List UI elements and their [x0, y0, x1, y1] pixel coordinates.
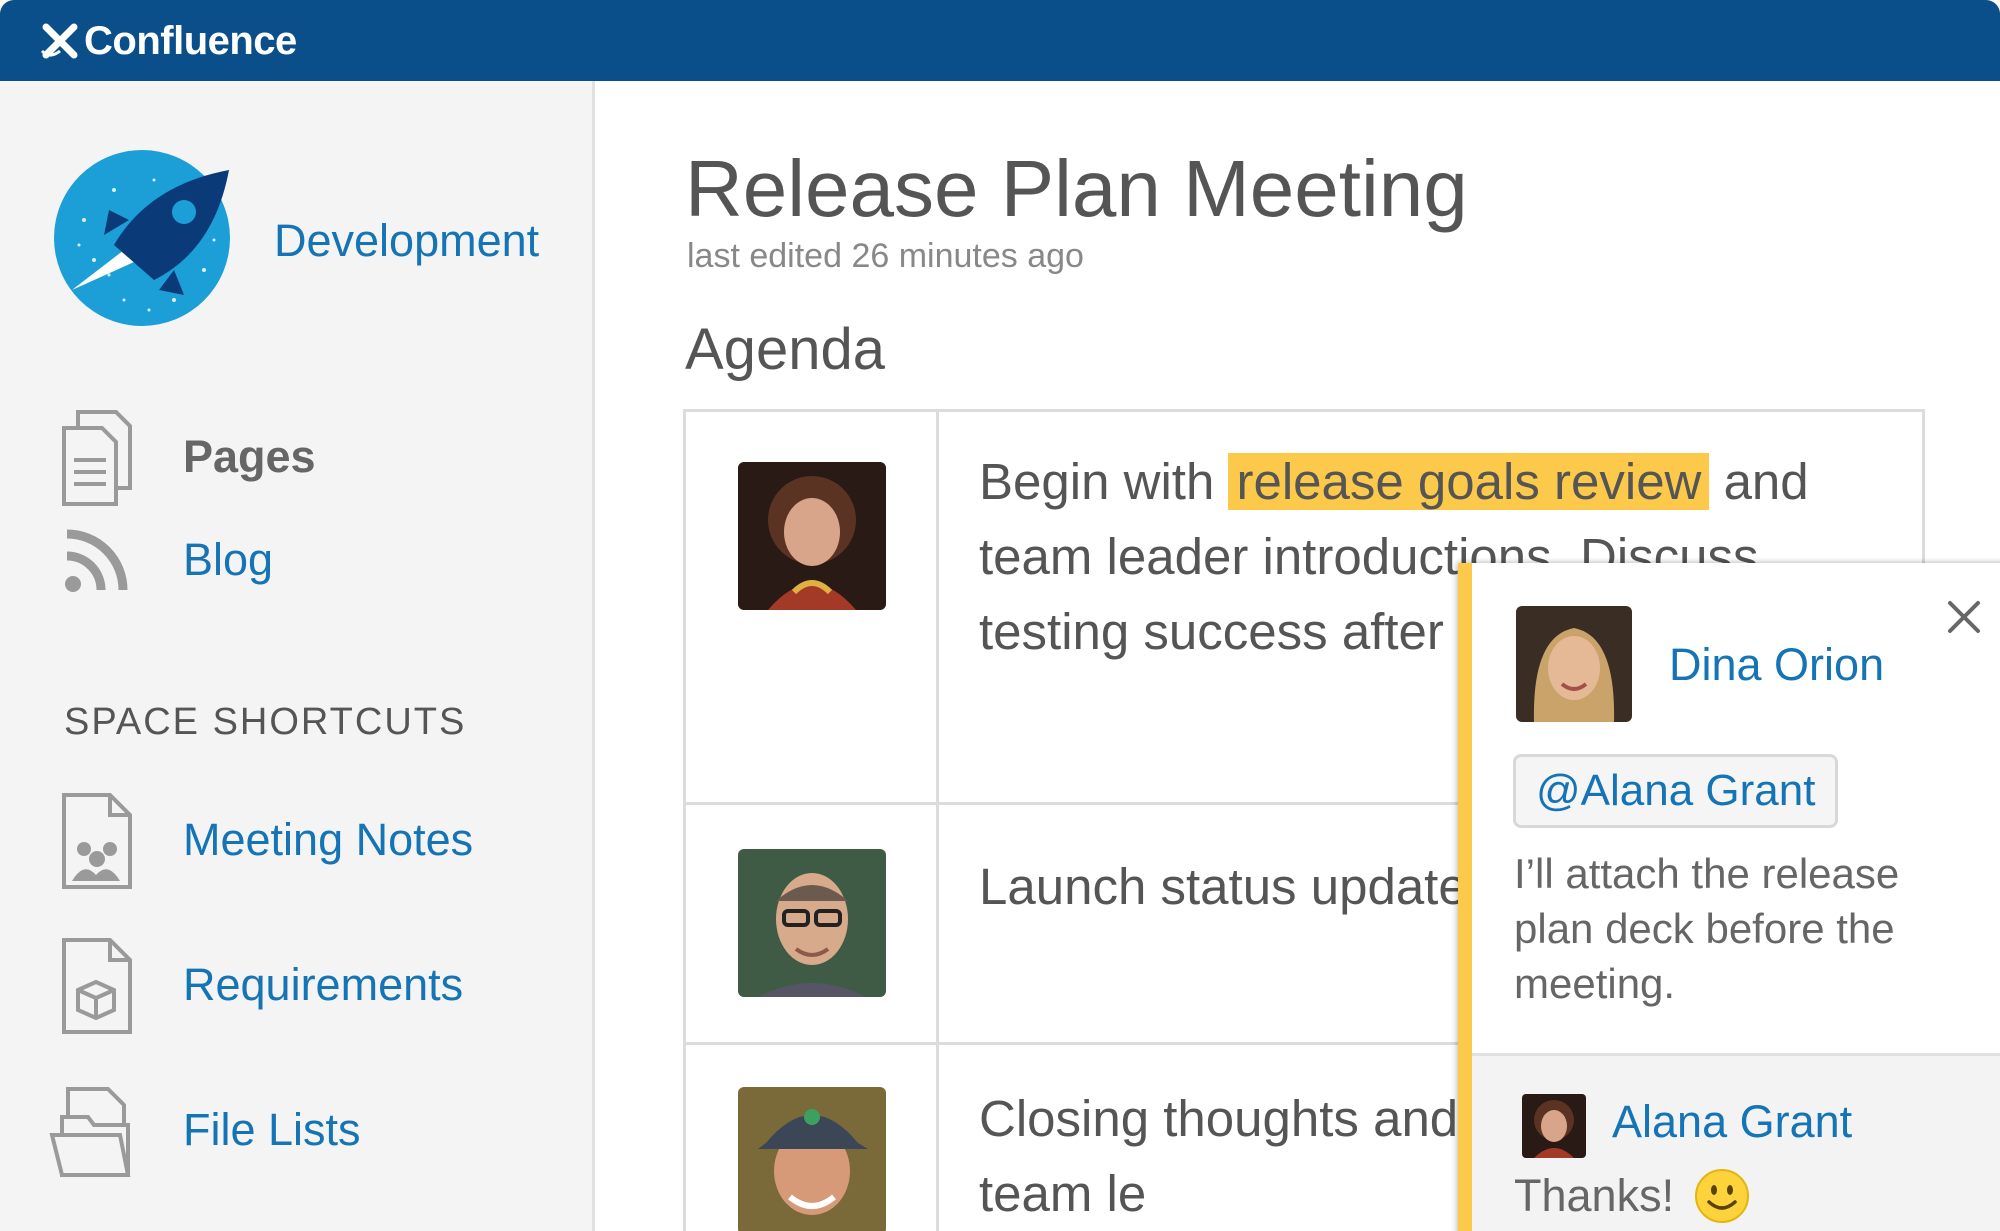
- table-cell-avatar: [686, 805, 939, 1042]
- user-mention[interactable]: @Alana Grant: [1513, 754, 1839, 828]
- avatar[interactable]: [1516, 606, 1632, 722]
- comment-author[interactable]: Dina Orion: [1669, 639, 1884, 691]
- avatar: [738, 849, 886, 997]
- meeting-notes-icon: [56, 791, 136, 891]
- table-cell-avatar: [686, 412, 939, 802]
- shortcut-meeting-notes[interactable]: Meeting Notes: [56, 791, 473, 891]
- sidebar: Development Pages Blog SPACE SHORTCUTS M…: [0, 81, 595, 1231]
- avatar: [738, 1087, 886, 1231]
- top-bar: Confluence: [0, 0, 2000, 81]
- pages-icon: [56, 408, 136, 508]
- comment-reply: Alana Grant Thanks!: [1472, 1053, 2000, 1231]
- space-shortcuts-heading: SPACE SHORTCUTS: [64, 701, 467, 743]
- sidebar-item-label: Pages: [183, 431, 316, 482]
- confluence-logo[interactable]: Confluence: [40, 18, 297, 64]
- avatar[interactable]: [1522, 1094, 1586, 1158]
- avatar: [738, 462, 886, 610]
- section-heading: Agenda: [685, 317, 885, 382]
- app-window: Confluence Development Pages Blog SPACE …: [0, 0, 2000, 1231]
- space-name[interactable]: Development: [274, 215, 539, 267]
- shortcut-label: Meeting Notes: [183, 814, 474, 865]
- comment: Dina Orion @Alana Grant I’ll attach the …: [1472, 563, 2000, 1053]
- sidebar-item-label: Blog: [183, 534, 274, 585]
- inline-comment-popover: Dina Orion @Alana Grant I’ll attach the …: [1458, 563, 2000, 1231]
- sidebar-item-blog[interactable]: Blog: [56, 511, 273, 611]
- comment-text: I’ll attach the release plan deck before…: [1514, 850, 1900, 1007]
- requirements-icon: [56, 936, 136, 1036]
- close-icon[interactable]: [1944, 597, 1984, 637]
- table-cell-avatar: [686, 1045, 939, 1231]
- agenda-text-part: Begin with: [979, 453, 1215, 510]
- shortcut-requirements[interactable]: Requirements: [56, 936, 463, 1036]
- smiley-emoji-icon: [1695, 1169, 1750, 1223]
- shortcut-file-lists[interactable]: File Lists: [46, 1081, 361, 1181]
- shortcut-label: File Lists: [183, 1104, 361, 1155]
- sidebar-item-pages[interactable]: Pages: [56, 408, 316, 508]
- app-name: Confluence: [84, 18, 297, 63]
- reply-text-row: Thanks!: [1514, 1168, 1750, 1224]
- page-title: Release Plan Meeting: [685, 144, 1468, 233]
- space-avatar[interactable]: [54, 150, 230, 326]
- reply-text: Thanks!: [1514, 1170, 1675, 1221]
- folder-icon: [46, 1081, 136, 1181]
- confluence-x-icon: [40, 23, 78, 59]
- rss-icon: [56, 511, 136, 611]
- reply-author[interactable]: Alana Grant: [1612, 1096, 1852, 1148]
- shortcut-label: Requirements: [183, 959, 464, 1010]
- rocket-icon: [54, 150, 230, 326]
- highlighted-text[interactable]: release goals review: [1228, 453, 1710, 510]
- page-meta: last edited 26 minutes ago: [687, 237, 1084, 275]
